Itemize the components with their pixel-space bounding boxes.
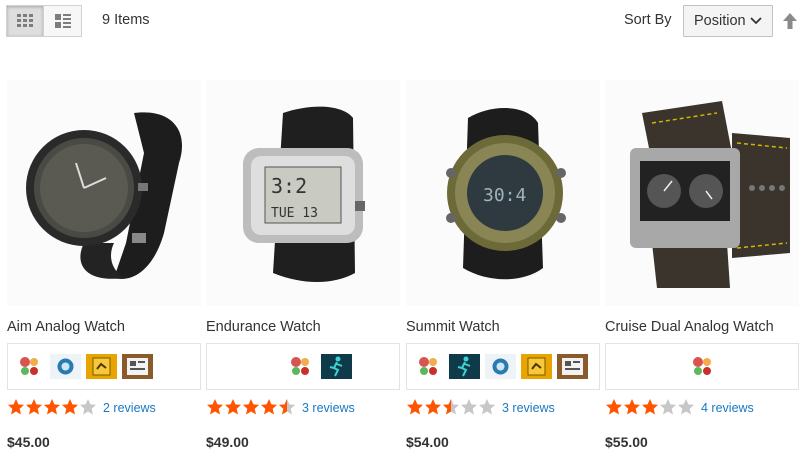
yellow-watch-icon[interactable] (86, 354, 117, 379)
watch-image: 3:2 TUE 13 (243, 106, 365, 282)
star-empty-icon (461, 399, 477, 415)
activity-multi-icon[interactable] (413, 354, 444, 379)
star-full-icon (642, 399, 658, 415)
arrow-up-icon[interactable] (782, 12, 798, 30)
watch-image (26, 112, 182, 279)
star-full-icon (44, 399, 60, 415)
chevron-down-icon (750, 17, 762, 25)
list-view-button[interactable] (44, 5, 82, 37)
star-full-icon (261, 399, 277, 415)
star-half-icon (279, 399, 295, 415)
sort-by-select[interactable]: Position (683, 5, 773, 37)
star-full-icon (225, 399, 241, 415)
reviews-link[interactable]: 3 reviews (302, 401, 355, 415)
watch-image: 30:4 (446, 107, 566, 280)
product-photo[interactable] (605, 80, 799, 306)
product-photo[interactable]: 3:2 TUE 13 (206, 80, 400, 306)
star-half-icon (443, 399, 459, 415)
list-icon (54, 14, 71, 28)
product-name-link[interactable]: Cruise Dual Analog Watch (605, 319, 774, 335)
grid-icon (17, 14, 33, 27)
star-empty-icon (479, 399, 495, 415)
star-empty-icon (80, 399, 96, 415)
view-mode-switch (6, 5, 82, 37)
star-full-icon (624, 399, 640, 415)
grid-view-button[interactable] (6, 5, 44, 37)
sort-selected-value: Position (694, 13, 746, 29)
product-name-link[interactable]: Aim Analog Watch (7, 319, 125, 335)
clock-gauge-icon[interactable] (50, 354, 81, 379)
product-photo[interactable] (7, 80, 201, 306)
product-price: $49.00 (206, 434, 249, 450)
yellow-watch-icon[interactable] (521, 354, 552, 379)
product-name-link[interactable]: Endurance Watch (206, 319, 321, 335)
star-full-icon (26, 399, 42, 415)
clock-gauge-icon[interactable] (485, 354, 516, 379)
star-full-icon (606, 399, 622, 415)
runner-icon[interactable] (320, 354, 352, 379)
products-toolbar: 9 Items Sort By Position (0, 0, 810, 44)
product-name-link[interactable]: Summit Watch (406, 319, 500, 335)
swatch-list (605, 343, 799, 390)
reviews-link[interactable]: 4 reviews (701, 401, 754, 415)
sort-by-label: Sort By (624, 12, 672, 28)
rating-stars (406, 398, 496, 418)
watch-image (630, 101, 790, 288)
star-full-icon (425, 399, 441, 415)
product-price: $45.00 (7, 434, 50, 450)
reviews-link[interactable]: 2 reviews (103, 401, 156, 415)
product-price: $55.00 (605, 434, 648, 450)
star-full-icon (407, 399, 423, 415)
rating-stars (206, 398, 296, 418)
star-full-icon (207, 399, 223, 415)
svg-text:3:2: 3:2 (271, 174, 307, 198)
swatch-list (206, 343, 400, 390)
star-full-icon (62, 399, 78, 415)
star-empty-icon (660, 399, 676, 415)
product-photo[interactable]: 30:4 (406, 80, 600, 306)
activity-multi-icon[interactable] (284, 354, 316, 379)
newspaper-icon[interactable] (122, 354, 153, 379)
star-empty-icon (678, 399, 694, 415)
rating-stars (7, 398, 97, 418)
svg-text:TUE 13: TUE 13 (271, 206, 318, 221)
items-count: 9 Items (102, 12, 150, 28)
rating-stars (605, 398, 695, 418)
svg-text:30:4: 30:4 (483, 185, 526, 206)
star-full-icon (8, 399, 24, 415)
star-full-icon (243, 399, 259, 415)
newspaper-icon[interactable] (557, 354, 588, 379)
product-price: $54.00 (406, 434, 449, 450)
activity-multi-icon[interactable] (14, 354, 45, 379)
reviews-link[interactable]: 3 reviews (502, 401, 555, 415)
activity-multi-icon[interactable] (686, 354, 718, 379)
swatch-list (7, 343, 201, 390)
swatch-list (406, 343, 600, 390)
runner-icon[interactable] (449, 354, 480, 379)
